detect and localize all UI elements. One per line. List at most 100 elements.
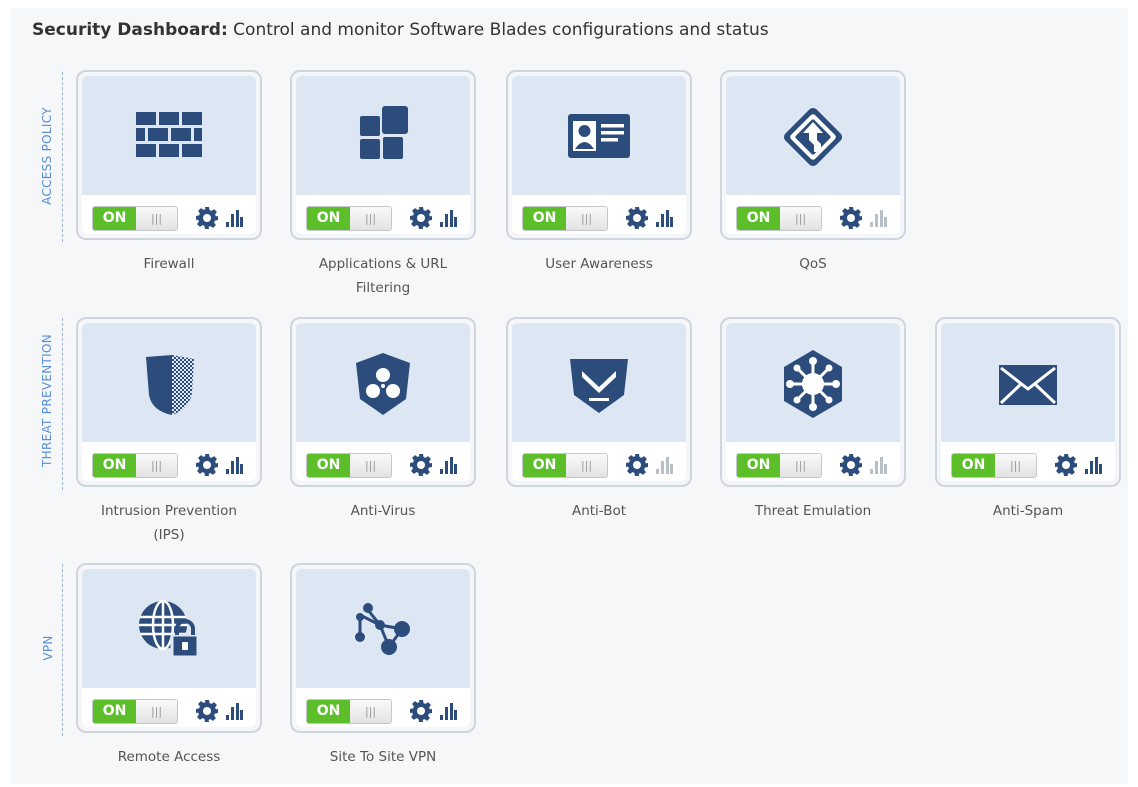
blade-label-line1: Threat Emulation [754, 503, 872, 519]
blade-label-line1: Intrusion Prevention [100, 503, 237, 519]
blade-controls: ON ||| [726, 441, 900, 481]
blade-tile[interactable]: ON ||| [290, 317, 476, 487]
gear-icon[interactable] [195, 206, 219, 230]
toggle-knob[interactable]: ||| [566, 207, 607, 230]
blade-tile[interactable]: ON ||| [720, 70, 906, 240]
toggle-knob[interactable]: ||| [995, 454, 1036, 477]
blade-icon-area[interactable] [512, 76, 686, 194]
toggle-knob[interactable]: ||| [350, 454, 391, 477]
toggle-on-label: ON [737, 454, 780, 477]
gear-icon[interactable] [409, 206, 433, 230]
section-label-vpn: VPN [41, 635, 55, 661]
stats-icon[interactable] [225, 701, 243, 721]
blade-controls: ON ||| [296, 194, 470, 234]
blade-icon-area[interactable] [726, 76, 900, 194]
gear-icon[interactable] [1054, 453, 1078, 477]
blade-label: Anti-Virus [283, 499, 483, 523]
blade-icon-area[interactable] [296, 323, 470, 441]
stats-icon[interactable] [439, 701, 457, 721]
toggle-on-label: ON [307, 700, 350, 723]
gear-icon[interactable] [195, 699, 219, 723]
stats-icon[interactable] [225, 208, 243, 228]
toggle-knob[interactable]: ||| [136, 454, 177, 477]
stats-icon[interactable] [655, 208, 673, 228]
blade-tile[interactable]: ON ||| [76, 563, 262, 733]
section-divider-vpn [62, 564, 63, 736]
blade-tile[interactable]: ON ||| [506, 70, 692, 240]
blade-label-line1: Site To Site VPN [329, 749, 437, 765]
toggle-knob[interactable]: ||| [136, 207, 177, 230]
blade-label: Firewall [69, 252, 269, 276]
blade-tile[interactable]: ON ||| [290, 563, 476, 733]
globe-lock-icon [132, 593, 206, 667]
stats-icon[interactable] [1084, 455, 1102, 475]
toggle-knob[interactable]: ||| [136, 700, 177, 723]
blade-toggle[interactable]: ON ||| [92, 699, 178, 724]
qos-diamond-arrow-icon [776, 100, 850, 174]
stats-icon[interactable] [439, 208, 457, 228]
blade-icon-area[interactable] [82, 323, 256, 441]
blade-tile[interactable]: ON ||| [935, 317, 1121, 487]
blade-label-line1: Firewall [143, 256, 195, 272]
page-title: Security Dashboard: Control and monitor … [32, 20, 769, 40]
anti-bot-shield-icon [562, 347, 636, 421]
blade-toggle[interactable]: ON ||| [92, 206, 178, 231]
blade-tile[interactable]: ON ||| [76, 317, 262, 487]
blade-icon-area[interactable] [296, 569, 470, 687]
blade-label-line2: (IPS) [153, 527, 185, 543]
blade-tile[interactable]: ON ||| [76, 70, 262, 240]
gear-icon[interactable] [625, 206, 649, 230]
blade-label: Remote Access [69, 745, 269, 769]
blade-toggle[interactable]: ON ||| [306, 453, 392, 478]
blade-label: Applications & URL Filtering [283, 252, 483, 300]
stats-icon[interactable] [869, 208, 887, 228]
blade-label-line1: Anti-Bot [571, 503, 627, 519]
blade-icon-area[interactable] [82, 76, 256, 194]
blade-toggle[interactable]: ON ||| [951, 453, 1037, 478]
blade-toggle[interactable]: ON ||| [522, 453, 608, 478]
toggle-knob[interactable]: ||| [350, 700, 391, 723]
virus-hexagon-icon [776, 347, 850, 421]
blade-icon-area[interactable] [941, 323, 1115, 441]
gear-icon[interactable] [195, 453, 219, 477]
blade-tile[interactable]: ON ||| [506, 317, 692, 487]
stats-icon[interactable] [439, 455, 457, 475]
blade-toggle[interactable]: ON ||| [736, 453, 822, 478]
gear-icon[interactable] [839, 453, 863, 477]
toggle-on-label: ON [952, 454, 995, 477]
blade-controls: ON ||| [941, 441, 1115, 481]
blade-tile[interactable]: ON ||| [290, 70, 476, 240]
toggle-knob[interactable]: ||| [566, 454, 607, 477]
ips-shield-icon [132, 347, 206, 421]
blade-label: Anti-Spam [928, 499, 1128, 523]
network-nodes-icon [346, 593, 420, 667]
blade-toggle[interactable]: ON ||| [736, 206, 822, 231]
blade-label: Threat Emulation [713, 499, 913, 523]
blade-label-line1: Anti-Spam [992, 503, 1064, 519]
blade-icon-area[interactable] [512, 323, 686, 441]
envelope-icon [991, 347, 1065, 421]
toggle-knob[interactable]: ||| [780, 207, 821, 230]
stats-icon[interactable] [869, 455, 887, 475]
blade-toggle[interactable]: ON ||| [92, 453, 178, 478]
blade-toggle[interactable]: ON ||| [306, 206, 392, 231]
blade-toggle[interactable]: ON ||| [306, 699, 392, 724]
toggle-knob[interactable]: ||| [350, 207, 391, 230]
toggle-on-label: ON [93, 207, 136, 230]
toggle-on-label: ON [93, 454, 136, 477]
blade-icon-area[interactable] [726, 323, 900, 441]
gear-icon[interactable] [839, 206, 863, 230]
blade-label: QoS [713, 252, 913, 276]
gear-icon[interactable] [625, 453, 649, 477]
gear-icon[interactable] [409, 453, 433, 477]
blade-toggle[interactable]: ON ||| [522, 206, 608, 231]
stats-icon[interactable] [655, 455, 673, 475]
blade-label-line1: Anti-Virus [350, 503, 416, 519]
gear-icon[interactable] [409, 699, 433, 723]
toggle-knob[interactable]: ||| [780, 454, 821, 477]
blade-tile[interactable]: ON ||| [720, 317, 906, 487]
toggle-on-label: ON [93, 700, 136, 723]
blade-icon-area[interactable] [82, 569, 256, 687]
stats-icon[interactable] [225, 455, 243, 475]
blade-icon-area[interactable] [296, 76, 470, 194]
